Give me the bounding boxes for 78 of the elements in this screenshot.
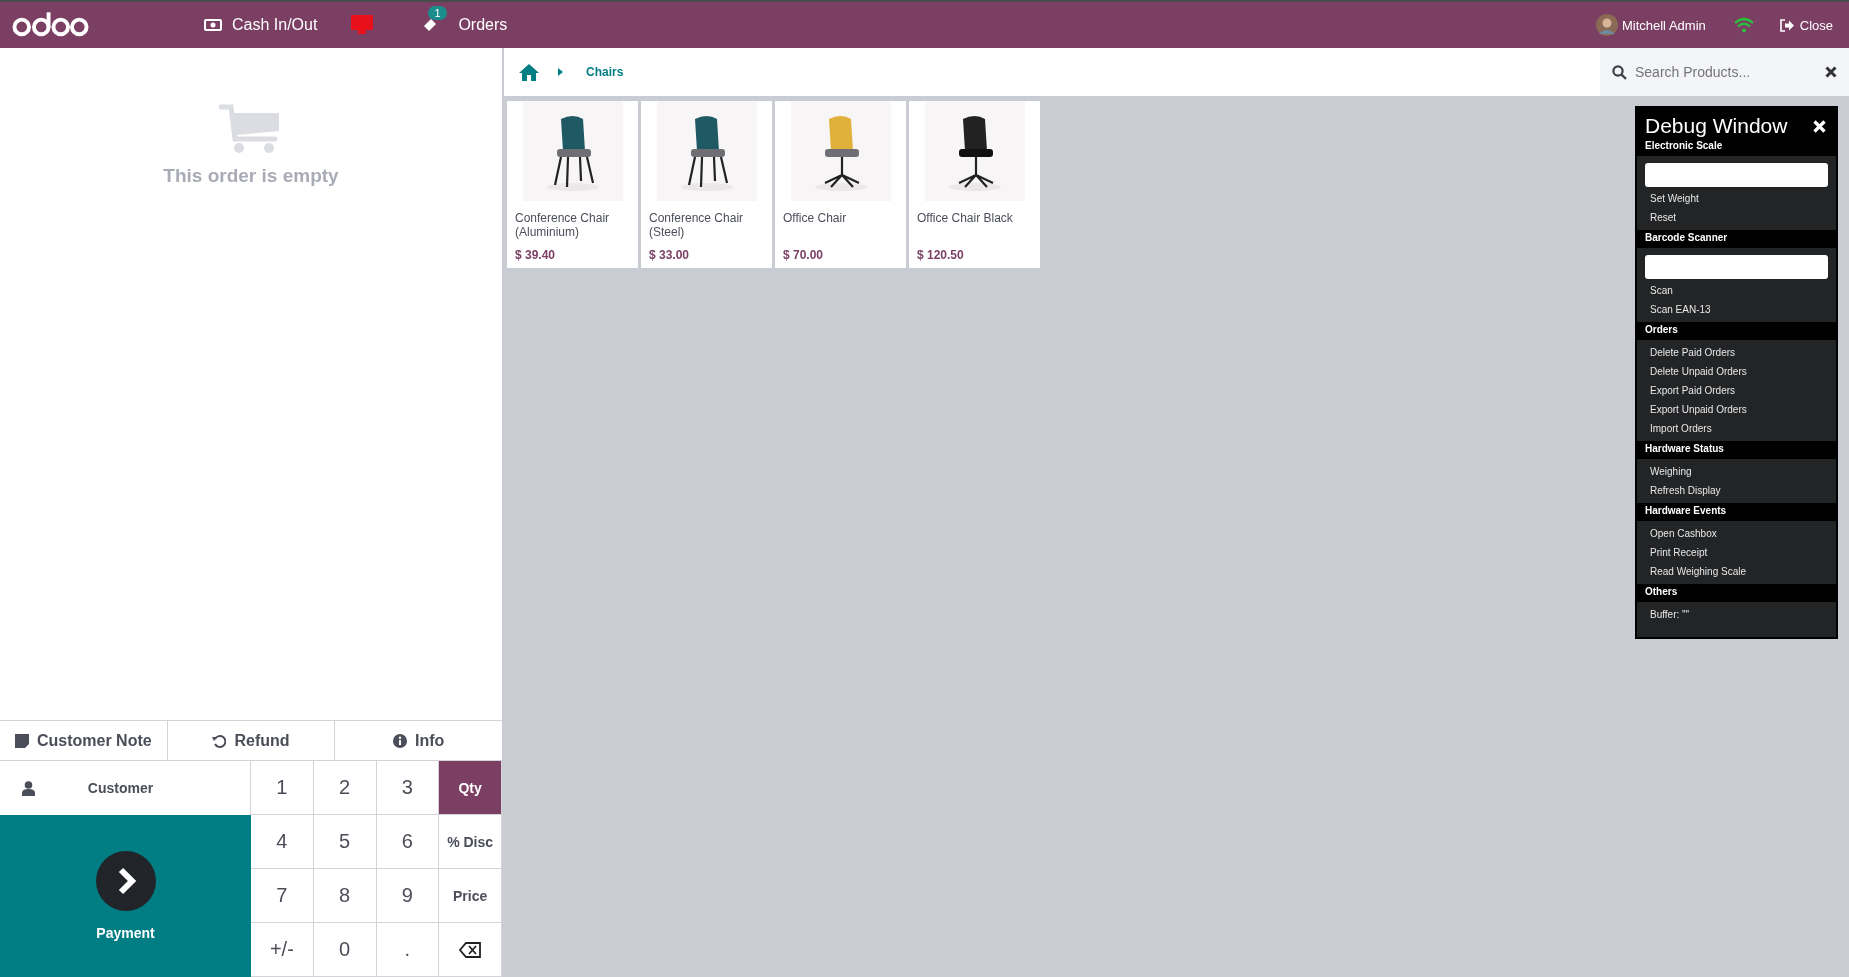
debug-action-button[interactable]: Set Weight [1637, 189, 1836, 208]
section-header: Barcode Scanner [1637, 230, 1836, 248]
numpad-key[interactable]: 8 [313, 869, 377, 923]
debug-window-title: Debug Window [1645, 114, 1788, 138]
payment-button[interactable]: Payment [0, 815, 251, 977]
empty-order-message: This order is empty [163, 165, 339, 187]
person-icon [22, 780, 35, 796]
debug-action-button[interactable]: Export Paid Orders [1637, 381, 1836, 400]
backspace-icon [459, 941, 482, 958]
banknote-icon [204, 19, 222, 31]
buffer-text: Buffer: "" [1649, 608, 1691, 622]
cash-in-out-button[interactable]: Cash In/Out [200, 10, 322, 40]
chevron-right-icon [95, 851, 156, 911]
product-card[interactable]: Conference Chair (Steel) $ 33.00 [641, 101, 772, 268]
numpad-key[interactable]: 5 [313, 815, 377, 869]
sign-out-icon [1779, 18, 1795, 32]
product-name: Conference Chair (Aluminium) [515, 211, 611, 241]
product-card[interactable]: Office Chair $ 70.00 [775, 101, 906, 268]
ticket-icon [422, 17, 439, 33]
mode-key[interactable]: Price [439, 869, 502, 923]
debug-action-button[interactable]: Print Receipt [1637, 543, 1836, 562]
info-icon [393, 733, 407, 748]
undo-icon [212, 733, 227, 748]
debug-action-button[interactable]: Delete Unpaid Orders [1637, 362, 1836, 381]
orders-count-badge: 1 [428, 6, 447, 20]
user-name[interactable]: Mitchell Admin [1621, 17, 1706, 33]
numpad-key[interactable]: 4 [251, 815, 314, 869]
numpad-key[interactable]: 1 [251, 761, 314, 815]
breadcrumb-item[interactable]: Chairs [586, 65, 624, 79]
odoo-logo[interactable] [12, 12, 90, 38]
note-icon [15, 733, 29, 748]
debug-action-button[interactable]: Read Weighing Scale [1637, 562, 1836, 581]
product-name: Office Chair Black [917, 211, 1014, 227]
mode-key[interactable]: Qty [439, 761, 502, 815]
debug-action-button[interactable]: Scan [1637, 281, 1836, 300]
numpad-key[interactable]: +/- [251, 923, 314, 977]
product-card[interactable]: Office Chair Black $ 120.50 [909, 101, 1040, 268]
numpad-key[interactable]: 2 [313, 761, 377, 815]
product-price: $ 120.50 [917, 248, 965, 262]
debug-action-button[interactable]: Import Orders [1637, 419, 1836, 438]
backspace-key[interactable] [439, 923, 502, 977]
mode-key[interactable]: % Disc [439, 815, 502, 869]
debug-action-button[interactable]: Reset [1637, 208, 1836, 227]
input-field[interactable] [1645, 255, 1828, 279]
close-button[interactable]: Close [1775, 11, 1837, 39]
section-header: Orders [1637, 322, 1836, 340]
numpad-key[interactable]: 0 [313, 923, 377, 977]
search-icon [1612, 64, 1627, 80]
debug-action-button[interactable]: Refresh Display [1637, 481, 1836, 500]
close-icon[interactable] [1813, 119, 1826, 133]
debug-action-button[interactable]: Open Cashbox [1637, 524, 1836, 543]
numpad-key[interactable]: 3 [376, 761, 440, 815]
clear-icon[interactable] [1825, 66, 1837, 78]
product-name: Office Chair [783, 211, 848, 227]
section-header: Others [1637, 584, 1836, 602]
product-name: Conference Chair (Steel) [649, 211, 745, 241]
section-header: Hardware Status [1637, 441, 1836, 459]
product-price: $ 70.00 [783, 248, 825, 262]
debug-action-button[interactable]: Export Unpaid Orders [1637, 400, 1836, 419]
product-price: $ 33.00 [649, 248, 691, 262]
debug-action-button[interactable]: Scan EAN-13 [1637, 300, 1836, 319]
wifi-icon [1733, 17, 1754, 33]
debug-action-button[interactable]: Delete Paid Orders [1637, 343, 1836, 362]
numpad-key[interactable]: 6 [376, 815, 440, 869]
caret-icon [558, 68, 564, 76]
section-header: Electronic Scale [1637, 138, 1836, 156]
product-price: $ 39.40 [515, 248, 557, 262]
debug-action-button[interactable]: Weighing [1637, 462, 1836, 481]
home-icon[interactable] [518, 62, 540, 82]
numpad-key[interactable]: 7 [251, 869, 314, 923]
search-input[interactable]: Search Products... [1633, 63, 1819, 81]
numpad-key[interactable]: 9 [376, 869, 440, 923]
input-field[interactable] [1645, 163, 1828, 187]
search-field[interactable]: Search Products... [1600, 48, 1849, 96]
numpad-key[interactable]: . [376, 923, 440, 977]
avatar-icon[interactable] [1595, 14, 1618, 36]
section-header: Hardware Events [1637, 503, 1836, 521]
product-card[interactable]: Conference Chair (Aluminium) $ 39.40 [507, 101, 638, 268]
